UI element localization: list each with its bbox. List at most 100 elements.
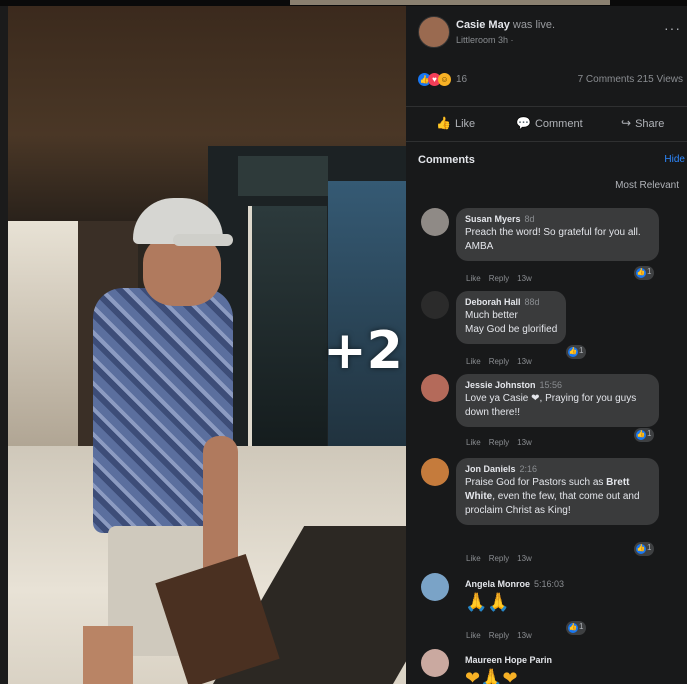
comment-age: 13w bbox=[517, 274, 532, 283]
photo-viewer: +2 Casie May was live. Littleroom 3h · ·… bbox=[8, 6, 687, 684]
author-name[interactable]: Casie May bbox=[456, 19, 510, 31]
comment-reply-link[interactable]: Reply bbox=[489, 631, 509, 640]
commenter-avatar[interactable] bbox=[421, 649, 449, 677]
comment-reaction-count: 1 bbox=[579, 346, 584, 355]
comment-button[interactable]: 💬 Comment bbox=[516, 116, 583, 130]
comment-text-end: , even the few, that come out and procla… bbox=[465, 491, 640, 516]
more-photos-counter[interactable]: +2 bbox=[308, 321, 418, 381]
comment-reaction-count: 1 bbox=[579, 622, 584, 631]
comment-time: 5:16:03 bbox=[534, 579, 565, 589]
comment-like-link[interactable]: Like bbox=[466, 554, 481, 563]
comment-author[interactable]: Deborah Hall bbox=[465, 297, 521, 307]
person-leg bbox=[83, 626, 133, 684]
share-label: Share bbox=[635, 118, 665, 130]
hide-comments-link[interactable]: Hide bbox=[664, 154, 685, 165]
like-reaction-icon: 👍 bbox=[636, 268, 646, 278]
comment-bubble: Jon Daniels 2:16 Praise God for Pastors s… bbox=[456, 458, 659, 525]
comment-reaction-count: 1 bbox=[647, 267, 652, 276]
comment-time: 2:16 bbox=[519, 464, 538, 474]
comment-author[interactable]: Jessie Johnston bbox=[465, 380, 536, 390]
comment-text-start: Praise God for Pastors such as bbox=[465, 477, 607, 488]
commenter-avatar[interactable] bbox=[421, 291, 449, 319]
comment-author-line: Susan Myers 8d bbox=[465, 214, 650, 224]
comment-author-line: Jessie Johnston 15:56 bbox=[465, 380, 650, 390]
comment-sort-dropdown[interactable]: Most Relevant bbox=[615, 180, 679, 191]
comment-author-line: Jon Daniels 2:16 bbox=[465, 464, 650, 474]
comment-text: Preach the word! So grateful for you all… bbox=[465, 227, 641, 252]
comment-meta: Like Reply 13w bbox=[466, 357, 540, 366]
comment-meta: Like Reply 13w bbox=[466, 554, 540, 563]
comment-reactions[interactable]: 👍 1 bbox=[634, 266, 654, 280]
commenter-avatar[interactable] bbox=[421, 374, 449, 402]
comment-reply-link[interactable]: Reply bbox=[489, 357, 509, 366]
comment-author[interactable]: Susan Myers bbox=[465, 214, 521, 224]
comment-age: 13w bbox=[517, 554, 532, 563]
photo-wall bbox=[8, 221, 78, 481]
like-reaction-icon: 👍 bbox=[568, 347, 578, 357]
comment-bubble: Jessie Johnston 15:56 Love ya Casie ❤, Pr… bbox=[456, 374, 659, 427]
live-status: was live. bbox=[512, 19, 556, 31]
thumbs-up-icon: 👍 bbox=[436, 116, 451, 130]
comment-author-line: Angela Monroe 5:16:03 bbox=[465, 579, 564, 589]
comment-age: 13w bbox=[517, 438, 532, 447]
comment-text: Praise God for Pastors such as Brett Whi… bbox=[465, 476, 650, 518]
comment-reactions[interactable]: 👍 1 bbox=[566, 621, 586, 635]
comment-text: Much better May God be glorified bbox=[465, 310, 558, 335]
comments-heading: Comments bbox=[418, 154, 475, 166]
comment-label: Comment bbox=[534, 118, 583, 130]
like-reaction-icon: 👍 bbox=[568, 623, 578, 633]
comment-time: 8d bbox=[524, 214, 535, 224]
comment-age: 13w bbox=[517, 631, 532, 640]
comment-reactions[interactable]: 👍 1 bbox=[634, 542, 654, 556]
comment-author[interactable]: Maureen Hope Parin bbox=[465, 655, 552, 665]
comment-emoji-text: 🙏🙏 bbox=[465, 592, 510, 612]
like-label: Like bbox=[454, 118, 476, 130]
comment-author[interactable]: Angela Monroe bbox=[465, 579, 530, 589]
comment-author[interactable]: Jon Daniels bbox=[465, 464, 516, 474]
comment-like-link[interactable]: Like bbox=[466, 357, 481, 366]
comment-text: Love ya Casie ❤, Praying for you guys do… bbox=[465, 393, 637, 418]
person-hat-brim bbox=[173, 234, 233, 246]
comment-reaction-count: 1 bbox=[647, 543, 652, 552]
comment-reply-link[interactable]: Reply bbox=[489, 554, 509, 563]
comment-like-link[interactable]: Like bbox=[466, 631, 481, 640]
comment-meta: Like Reply 13w bbox=[466, 631, 540, 640]
comment-time: 15:56 bbox=[539, 380, 563, 390]
comment-bubble: Deborah Hall 88d Much better May God be g… bbox=[456, 291, 567, 344]
thumbnail-photo[interactable] bbox=[290, 0, 610, 5]
author-avatar[interactable] bbox=[418, 16, 450, 48]
post-author[interactable]: Casie May was live. bbox=[456, 19, 555, 31]
comment-emoji-text: ❤🙏❤ bbox=[465, 668, 518, 684]
like-reaction-icon: 👍 bbox=[636, 544, 646, 554]
like-button[interactable]: 👍 Like bbox=[436, 116, 475, 130]
comment-like-link[interactable]: Like bbox=[466, 274, 481, 283]
post-side-panel: Casie May was live. Littleroom 3h · ··· … bbox=[406, 6, 687, 684]
comment-reply-link[interactable]: Reply bbox=[489, 274, 509, 283]
haha-reaction-icon: ☺ bbox=[438, 73, 451, 86]
comment-bubble: Angela Monroe 5:16:03 🙏🙏 bbox=[456, 573, 573, 620]
like-reaction-icon: 👍 bbox=[636, 430, 646, 440]
post-stats[interactable]: 7 Comments 215 Views bbox=[578, 74, 683, 85]
comment-bubble: Susan Myers 8d Preach the word! So gratef… bbox=[456, 208, 659, 261]
comment-age: 13w bbox=[517, 357, 532, 366]
comment-author-line: Deborah Hall 88d bbox=[465, 297, 557, 307]
comment-time: 88d bbox=[524, 297, 540, 307]
post-subtitle: Littleroom 3h · bbox=[456, 35, 514, 45]
comment-reactions[interactable]: 👍 1 bbox=[634, 428, 654, 442]
commenter-avatar[interactable] bbox=[421, 573, 449, 601]
photo-sign bbox=[238, 156, 328, 196]
comment-meta: Like Reply 13w bbox=[466, 438, 540, 447]
comment-author-line: Maureen Hope Parin bbox=[465, 655, 552, 665]
comment-reply-link[interactable]: Reply bbox=[489, 438, 509, 447]
commenter-avatar[interactable] bbox=[421, 208, 449, 236]
comment-icon: 💬 bbox=[516, 116, 531, 130]
comment-meta: Like Reply 13w bbox=[466, 274, 540, 283]
comment-reactions[interactable]: 👍 1 bbox=[566, 345, 586, 359]
commenter-avatar[interactable] bbox=[421, 458, 449, 486]
reaction-count[interactable]: 16 bbox=[456, 74, 467, 85]
comment-reaction-count: 1 bbox=[647, 429, 652, 438]
more-options-icon[interactable]: ··· bbox=[664, 20, 681, 36]
share-button[interactable]: ↪ Share bbox=[621, 116, 664, 130]
comment-like-link[interactable]: Like bbox=[466, 438, 481, 447]
post-actions-bar: 👍 Like 💬 Comment ↪ Share bbox=[406, 106, 687, 142]
